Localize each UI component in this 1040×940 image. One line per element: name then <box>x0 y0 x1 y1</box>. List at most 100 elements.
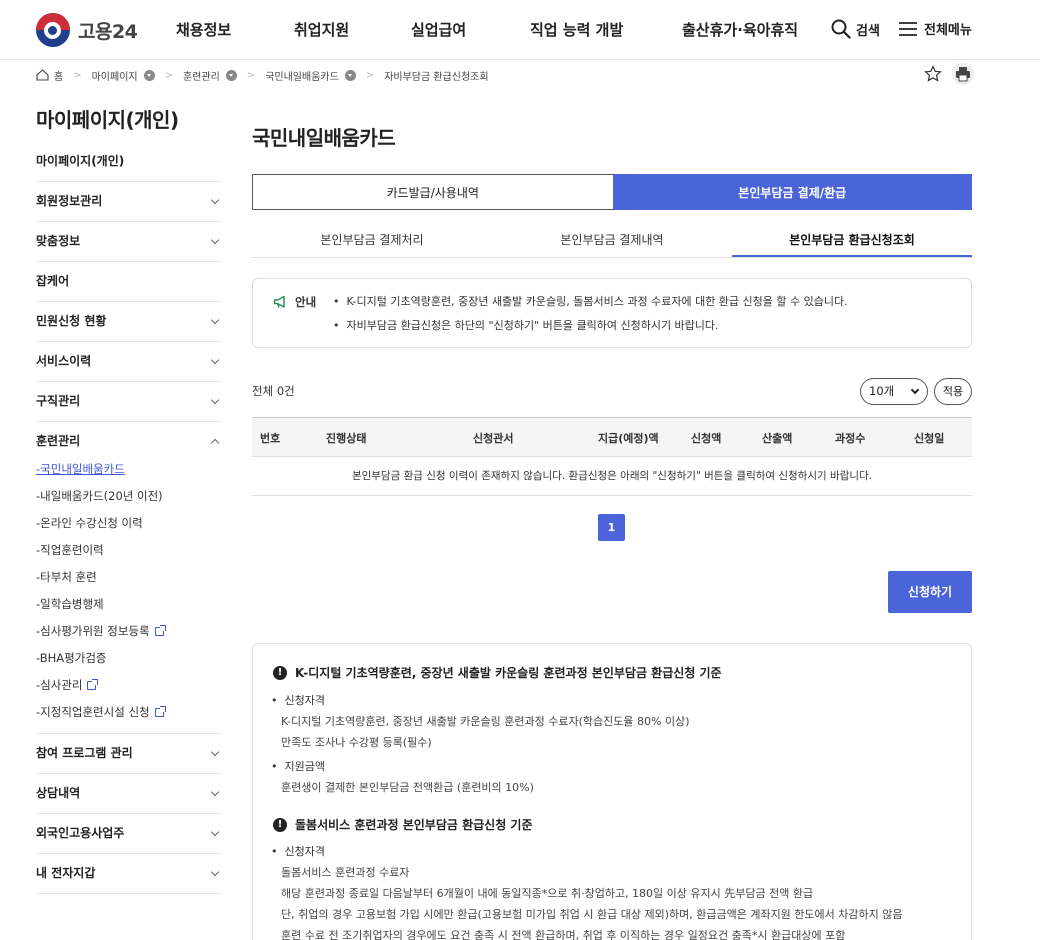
chevron-down-icon <box>210 195 220 205</box>
sidebar-sub-evaluator-register[interactable]: -심사평가위원 정보등록 <box>36 623 166 639</box>
tab-refund-inquiry[interactable]: 본인부담금 환급신청조회 <box>732 222 972 257</box>
sidebar-sub-label: 타부처 훈련 <box>40 570 97 584</box>
exclamation-icon: ! <box>273 817 287 832</box>
sidebar-sub-online-history[interactable]: -온라인 수강신청 이력 <box>36 515 143 531</box>
tab-payment-history[interactable]: 본인부담금 결제내역 <box>492 222 732 257</box>
sidebar-sub-label: 내일배움카드(20년 이전) <box>40 489 163 503</box>
breadcrumb-dropdown-icon[interactable] <box>225 69 237 81</box>
all-menu-label: 전체메뉴 <box>924 23 972 38</box>
guide-text: 훈련 수료 전 조기취업자의 경우에도 요건 충족 시 전액 환급하며, 취업 … <box>281 929 846 940</box>
sidebar-group-programs[interactable]: 참여 프로그램 관리 <box>36 733 222 773</box>
apply-filter-button[interactable]: 적용 <box>934 378 972 405</box>
sidebar-group-training[interactable]: 훈련관리 <box>36 421 222 461</box>
guide-text: 해당 훈련과정 종료일 다음날부터 6개월이 내에 동일직종*으로 취·창업하고… <box>281 887 814 900</box>
tab-payment-process[interactable]: 본인부담금 결제처리 <box>252 222 492 257</box>
col-request-date: 신청일 <box>914 432 945 445</box>
breadcrumb-separator-icon: > <box>365 69 375 81</box>
sidebar-group-member-info[interactable]: 회원정보관리 <box>36 181 222 221</box>
breadcrumb-dropdown-icon[interactable] <box>344 69 356 81</box>
breadcrumb-dropdown-icon[interactable] <box>143 69 155 81</box>
tab-self-pay[interactable]: 본인부담금 결제/환급 <box>612 174 972 210</box>
nav-item-leave[interactable]: 출산휴가·육아휴직 <box>682 0 798 60</box>
sidebar-group-custom-info[interactable]: 맞춤정보 <box>36 221 222 261</box>
sidebar-sub-facility[interactable]: -지정직업훈련시설 신청 <box>36 704 166 720</box>
sidebar-sub-label: BHA평가검증 <box>39 651 107 665</box>
sidebar-group-label: 외국인고용사업주 <box>36 826 125 840</box>
sidebar-group-foreign-employer[interactable]: 외국인고용사업주 <box>36 813 222 853</box>
search-icon <box>831 19 851 39</box>
sidebar-group-civil-status[interactable]: 민원신청 현황 <box>36 301 222 341</box>
chevron-down-icon <box>910 385 920 395</box>
sidebar-sub-label: 일학습병행제 <box>40 597 104 611</box>
nav-item-employment-support[interactable]: 취업지원 <box>294 0 349 60</box>
notice-label-text: 안내 <box>295 295 317 309</box>
sidebar-group-label: 내 전자지갑 <box>36 866 96 880</box>
guide-bullet-text: 지원금액 <box>284 760 325 773</box>
chevron-down-icon <box>210 787 220 797</box>
notice-line-2: • 자비부담금 환급신청은 하단의 "신청하기" 버튼을 클릭하여 신청하시기 … <box>333 319 719 332</box>
sidebar-group-jobcare[interactable]: 잡케어 <box>36 261 222 301</box>
breadcrumb-card[interactable]: 국민내일배움카드 <box>265 68 339 83</box>
page-size-select[interactable]: 10개 <box>860 378 928 405</box>
guide-text: 단, 취업의 경우 고용보험 가입 시에만 환급(고용보험 미가입 취업 시 환… <box>281 908 903 921</box>
nav-item-jobs[interactable]: 채용정보 <box>176 0 231 60</box>
breadcrumb-separator-icon: > <box>246 69 256 81</box>
sidebar-sub-national-card[interactable]: -국민내일배움카드 <box>36 461 125 477</box>
page-title: 국민내일배움카드 <box>252 126 396 150</box>
home-icon <box>36 69 49 81</box>
search-label: 검색 <box>856 23 880 39</box>
chevron-down-icon <box>210 867 220 877</box>
breadcrumb-training[interactable]: 훈련관리 <box>183 68 220 83</box>
breadcrumb-home[interactable]: 홈 <box>54 68 63 83</box>
sidebar-divider <box>36 893 222 894</box>
sidebar-sub-other-ministry[interactable]: -타부처 훈련 <box>36 569 97 585</box>
logo-text: 고용24 <box>78 20 138 43</box>
sidebar-sub-bha[interactable]: -BHA평가검증 <box>36 650 106 666</box>
table-header: 번호 진행상태 신청관서 지급(예정)액 신청액 산출액 과정수 신청일 <box>252 417 972 457</box>
search-button[interactable]: 검색 <box>831 19 880 39</box>
pagination-page-1[interactable]: 1 <box>598 514 625 541</box>
sidebar-sub-training-history[interactable]: -직업훈련이력 <box>36 542 104 558</box>
sidebar-sub-old-card[interactable]: -내일배움카드(20년 이전) <box>36 488 163 504</box>
all-menu-button[interactable]: 전체메뉴 <box>898 19 972 38</box>
notice-label: 안내 <box>273 294 316 310</box>
breadcrumb-mypage[interactable]: 마이페이지 <box>92 68 138 83</box>
tab-card-issue[interactable]: 카드발급/사용내역 <box>252 174 613 210</box>
sidebar-group-consulting[interactable]: 상담내역 <box>36 773 222 813</box>
sidebar-group-service-history[interactable]: 서비스이력 <box>36 341 222 381</box>
guide-heading-1: ! K-디지털 기초역량훈련, 중장년 새출발 카운슬링 훈련과정 본인부담금 … <box>273 664 722 681</box>
guide-text: K-디지털 기초역량훈련, 중장년 새출발 카운슬링 훈련과정 수료자(학습진도… <box>281 715 690 728</box>
chevron-down-icon <box>210 315 220 325</box>
guide-bullet: • 지원금액 <box>271 760 325 773</box>
guide-heading-text: 돌봄서비스 훈련과정 본인부담금 환급신청 기준 <box>295 818 533 832</box>
nav-item-unemployment-benefit[interactable]: 실업급여 <box>411 0 466 60</box>
chevron-down-icon <box>210 235 220 245</box>
government-emblem-icon <box>36 13 70 47</box>
guide-text: 훈련생이 결제한 본인부담금 전액환급 (훈련비의 10%) <box>281 781 534 794</box>
hamburger-icon <box>899 21 917 36</box>
sidebar-sub-label: 국민내일배움카드 <box>40 462 125 476</box>
guide-box: ! K-디지털 기초역량훈련, 중장년 새출발 카운슬링 훈련과정 본인부담금 … <box>252 643 972 940</box>
notice-box: 안내 • K-디지털 기초역량훈련, 중장년 새출발 카운슬링, 돌봄서비스 과… <box>252 278 972 348</box>
sidebar-item-mypage[interactable]: 마이페이지(개인) <box>36 152 124 169</box>
sidebar-sub-label: 심사관리 <box>40 678 83 692</box>
page-tools <box>922 63 974 85</box>
sidebar-group-label: 상담내역 <box>36 786 81 800</box>
guide-bullet: • 신청자격 <box>271 694 325 707</box>
nav-item-skill-development[interactable]: 직업 능력 개발 <box>530 0 623 60</box>
sidebar-group-wallet[interactable]: 내 전자지갑 <box>36 853 222 893</box>
sidebar-group-label: 민원신청 현황 <box>36 314 107 328</box>
col-course-count: 과정수 <box>835 432 866 445</box>
sidebar-sub-work-study[interactable]: -일학습병행제 <box>36 596 104 612</box>
star-icon <box>924 65 942 82</box>
print-button[interactable] <box>952 63 974 85</box>
chevron-down-icon <box>210 355 220 365</box>
sidebar-sub-review[interactable]: -심사관리 <box>36 677 99 693</box>
site-logo[interactable]: 고용24 <box>36 12 138 48</box>
page-size-value: 10개 <box>869 384 895 398</box>
sidebar-group-job-search[interactable]: 구직관리 <box>36 381 222 421</box>
notice-text: K-디지털 기초역량훈련, 중장년 새출발 카운슬링, 돌봄서비스 과정 수료자… <box>346 295 848 308</box>
favorite-button[interactable] <box>922 63 944 85</box>
print-icon <box>956 67 970 82</box>
apply-refund-button[interactable]: 신청하기 <box>888 571 972 613</box>
